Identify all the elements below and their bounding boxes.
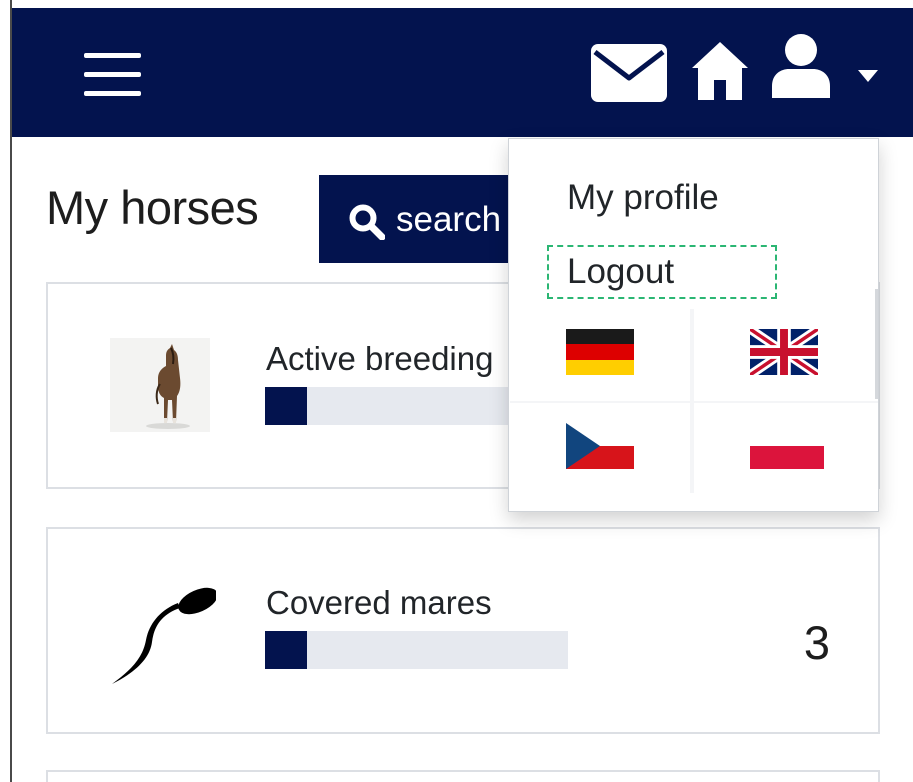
poland-flag-icon [750, 423, 824, 469]
home-icon[interactable] [692, 42, 748, 100]
language-option-pl[interactable] [694, 403, 874, 495]
envelope-icon[interactable] [591, 44, 667, 102]
horse-image [146, 344, 190, 429]
hamburger-line [84, 91, 141, 96]
progress-fill [265, 631, 308, 669]
user-dropdown-menu: My profile Logout [508, 138, 879, 512]
search-button[interactable]: search [319, 175, 519, 263]
top-navbar [12, 8, 913, 137]
united-kingdom-flag-icon [750, 329, 818, 375]
czech-flag-icon [566, 423, 634, 469]
hamburger-menu-icon[interactable] [84, 53, 141, 98]
search-icon [349, 204, 385, 240]
card-count: 3 [803, 616, 830, 669]
language-selector [510, 309, 878, 495]
hamburger-line [84, 53, 141, 58]
sperm-icon [112, 587, 216, 684]
user-icon[interactable] [772, 34, 830, 98]
language-option-de[interactable] [510, 309, 690, 401]
hamburger-line [84, 72, 141, 77]
card-label: Covered mares [266, 584, 492, 621]
progress-bar [265, 631, 568, 669]
app-screen: My horses search Active breeding Covered… [0, 0, 913, 782]
card-label: Active breeding [266, 340, 494, 377]
progress-fill [265, 387, 308, 425]
page-title: My horses [46, 181, 259, 234]
logout-link[interactable]: Logout [567, 252, 674, 292]
language-option-cs[interactable] [510, 403, 690, 495]
stat-card[interactable] [46, 770, 880, 782]
stat-card-covered-mares[interactable]: Covered mares 3 [46, 527, 880, 734]
search-button-label: search [396, 200, 502, 239]
caret-down-icon[interactable] [858, 70, 878, 82]
horse-photo [110, 338, 210, 432]
my-profile-link[interactable]: My profile [567, 178, 719, 218]
language-option-en[interactable] [694, 309, 874, 401]
germany-flag-icon [566, 329, 634, 375]
